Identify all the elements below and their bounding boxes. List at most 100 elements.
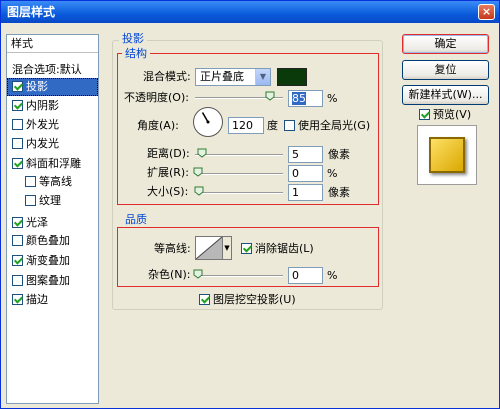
- size-label: 大小(S):: [147, 185, 189, 198]
- sidebar-item-checkbox-icon[interactable]: [12, 235, 23, 246]
- spread-unit: %: [327, 167, 338, 180]
- size-slider-thumb[interactable]: [194, 186, 204, 196]
- distance-label: 距离(D):: [147, 147, 190, 160]
- distance-unit: 像素: [328, 148, 350, 161]
- contour-picker[interactable]: [195, 236, 223, 260]
- size-slider-track[interactable]: [195, 192, 283, 194]
- sidebar-item-label: 纹理: [39, 194, 61, 207]
- blend-mode-label: 混合模式:: [143, 70, 191, 83]
- spread-label: 扩展(R):: [147, 166, 189, 179]
- angle-dial-needle-icon: [201, 112, 210, 124]
- sidebar-item-6[interactable]: 等高线: [7, 173, 98, 191]
- noise-unit: %: [327, 269, 338, 282]
- sidebar-item-7[interactable]: 纹理: [7, 192, 98, 210]
- preview-check-icon: [419, 109, 430, 120]
- layer-style-dialog: 图层样式 × 样式 混合选项:默认 投影 内阴影 外发光 内发光 斜面和浮雕 等高线 纹理 光泽…: [0, 0, 500, 409]
- anti-alias-label: 消除锯齿(L): [255, 242, 314, 255]
- knockout-checkbox[interactable]: 图层挖空投影(U): [199, 292, 296, 308]
- sidebar-item-label: 投影: [26, 80, 48, 93]
- sidebar-item-label: 斜面和浮雕: [26, 157, 81, 170]
- sidebar-item-checkbox-icon[interactable]: [25, 195, 36, 206]
- sidebar-item-checkbox-icon[interactable]: [12, 255, 23, 266]
- anti-alias-check-icon: [241, 243, 252, 254]
- global-light-checkbox[interactable]: 使用全局光(G): [284, 118, 370, 134]
- noise-input[interactable]: 0: [288, 267, 323, 284]
- styles-list-header: 样式: [7, 35, 98, 53]
- sidebar-item-9[interactable]: 颜色叠加: [7, 232, 98, 250]
- sidebar-item-checkbox-icon[interactable]: [12, 275, 23, 286]
- sidebar-item-label: 图案叠加: [26, 274, 70, 287]
- drop-shadow-group-title: 投影: [119, 32, 147, 45]
- opacity-unit: %: [327, 92, 338, 105]
- sidebar-item-label: 等高线: [39, 175, 72, 188]
- blend-mode-select[interactable]: 正片叠底 ▼: [195, 68, 271, 86]
- sidebar-item-12[interactable]: 描边: [7, 291, 98, 309]
- opacity-input[interactable]: 85: [288, 90, 323, 107]
- sidebar-item-2[interactable]: 内阴影: [7, 97, 98, 115]
- sidebar-item-11[interactable]: 图案叠加: [7, 272, 98, 290]
- sidebar-item-label: 描边: [26, 293, 48, 306]
- close-button[interactable]: ×: [478, 4, 495, 20]
- spread-value: 0: [292, 167, 299, 180]
- sidebar-item-checkbox-icon[interactable]: [12, 119, 23, 130]
- sidebar-item-3[interactable]: 外发光: [7, 116, 98, 134]
- spread-slider-track[interactable]: [195, 173, 283, 175]
- sidebar-item-checkbox-icon[interactable]: [12, 81, 23, 92]
- ok-button[interactable]: 确定: [402, 34, 489, 54]
- blend-mode-value: 正片叠底: [200, 70, 244, 83]
- opacity-label: 不透明度(O):: [124, 91, 189, 104]
- contour-label: 等高线:: [154, 242, 191, 255]
- spread-input[interactable]: 0: [288, 165, 323, 182]
- opacity-value: 85: [292, 92, 306, 105]
- shadow-color-swatch[interactable]: [277, 68, 307, 86]
- knockout-check-icon: [199, 294, 210, 305]
- structure-title: 结构: [122, 47, 150, 60]
- window-title: 图层样式: [7, 5, 56, 19]
- knockout-label: 图层挖空投影(U): [213, 293, 296, 306]
- contour-curve-icon: [196, 237, 222, 259]
- sidebar-item-10[interactable]: 渐变叠加: [7, 252, 98, 270]
- spread-slider-thumb[interactable]: [193, 167, 203, 177]
- angle-dial[interactable]: [193, 107, 223, 137]
- sidebar-item-0[interactable]: 混合选项:默认: [7, 61, 98, 79]
- sidebar-item-label: 颜色叠加: [26, 234, 70, 247]
- reset-button[interactable]: 复位: [402, 60, 489, 80]
- sidebar-item-checkbox-icon[interactable]: [12, 100, 23, 111]
- noise-slider-track[interactable]: [195, 275, 283, 277]
- sidebar-item-checkbox-icon[interactable]: [12, 217, 23, 228]
- distance-slider-thumb[interactable]: [197, 148, 207, 158]
- style-preview-thumbnail: [417, 125, 477, 185]
- distance-slider-track[interactable]: [195, 154, 283, 156]
- noise-slider-thumb[interactable]: [193, 269, 203, 279]
- sidebar-item-1[interactable]: 投影: [7, 78, 98, 96]
- preview-label: 预览(V): [433, 108, 472, 121]
- opacity-slider-thumb[interactable]: [265, 91, 275, 101]
- size-input[interactable]: 1: [288, 184, 323, 201]
- sidebar-item-checkbox-icon[interactable]: [12, 138, 23, 149]
- chevron-down-icon: ▼: [224, 244, 230, 252]
- angle-label: 角度(A):: [137, 119, 179, 132]
- sidebar-item-label: 外发光: [26, 118, 59, 131]
- sidebar-item-checkbox-icon[interactable]: [12, 294, 23, 305]
- preview-square-icon: [429, 137, 465, 173]
- new-style-button[interactable]: 新建样式(W)...: [402, 85, 489, 105]
- sidebar-item-label: 光泽: [26, 216, 48, 229]
- sidebar-item-checkbox-icon[interactable]: [12, 158, 23, 169]
- sidebar-item-checkbox-icon[interactable]: [25, 176, 36, 187]
- sidebar-item-5[interactable]: 斜面和浮雕: [7, 155, 98, 173]
- angle-input[interactable]: 120: [228, 117, 264, 134]
- angle-unit: 度: [267, 119, 278, 132]
- sidebar-item-label: 混合选项:默认: [12, 63, 82, 76]
- preview-checkbox[interactable]: 预览(V): [419, 107, 471, 123]
- distance-value: 5: [292, 148, 299, 161]
- sidebar-item-label: 渐变叠加: [26, 254, 70, 267]
- contour-dropdown-button[interactable]: ▼: [222, 236, 232, 260]
- anti-alias-checkbox[interactable]: 消除锯齿(L): [241, 241, 314, 257]
- sidebar-item-8[interactable]: 光泽: [7, 214, 98, 232]
- noise-label: 杂色(N):: [148, 268, 191, 281]
- distance-input[interactable]: 5: [288, 146, 323, 163]
- title-bar[interactable]: 图层样式 ×: [1, 1, 499, 23]
- size-unit: 像素: [328, 186, 350, 199]
- sidebar-item-4[interactable]: 内发光: [7, 135, 98, 153]
- quality-title: 品质: [122, 213, 150, 226]
